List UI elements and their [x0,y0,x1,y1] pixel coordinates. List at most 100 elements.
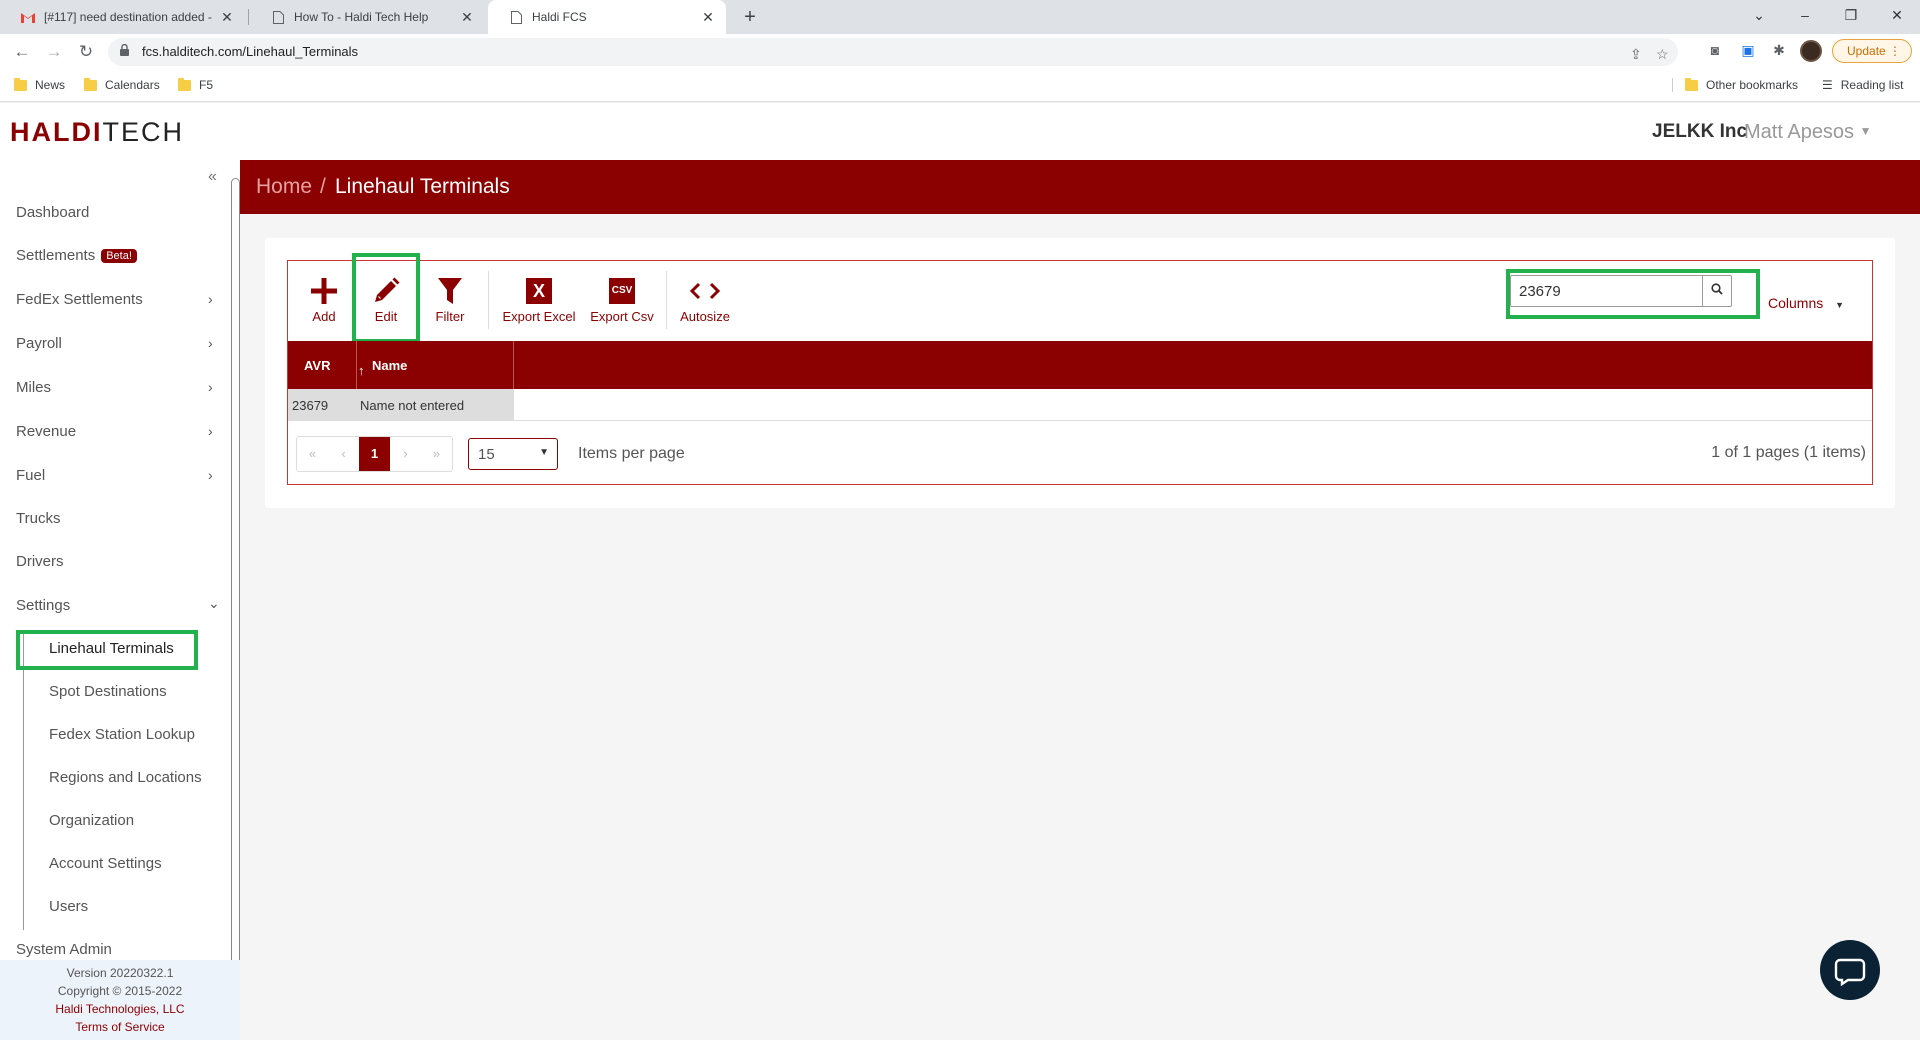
company-link[interactable]: Haldi Technologies, LLC [0,1000,240,1018]
extension-blue-icon[interactable]: ▣ [1738,42,1758,62]
sidebar-item-organization[interactable]: Organization [49,812,134,829]
sidebar-item-regions-locations[interactable]: Regions and Locations [49,769,202,786]
sidebar-item-fedex-station-lookup[interactable]: Fedex Station Lookup [49,726,195,743]
add-button[interactable]: Add [304,273,344,324]
other-bookmarks[interactable]: Other bookmarks [1672,77,1798,92]
browser-tab-strip: [#117] need destination added - ✕ How To… [0,0,1920,34]
cell-avr[interactable]: 23679 [288,389,356,421]
chat-button[interactable] [1820,940,1880,1000]
lock-icon [120,44,129,56]
page-1-button[interactable]: 1 [359,437,390,471]
forward-icon[interactable]: → [42,40,66,64]
items-per-page-select[interactable]: 15 ▼ [468,438,558,470]
reload-icon[interactable]: ↻ [74,40,98,64]
sort-asc-icon: ↑ [358,363,365,378]
columns-button[interactable]: Columns ▼ [1768,295,1844,311]
sidebar-item-account-settings[interactable]: Account Settings [49,855,162,872]
url-field[interactable]: fcs.halditech.com/Linehaul_Terminals ⇪ ☆ [108,38,1678,66]
share-icon[interactable]: ⇪ [1630,46,1642,63]
reading-list[interactable]: ☰ Reading list [1822,78,1903,92]
prev-page-icon[interactable]: ‹ [328,437,359,471]
filter-button[interactable]: Filter [430,273,470,324]
sidebar-item-drivers[interactable]: Drivers [16,553,64,570]
sidebar-scrollbar[interactable] [231,178,240,968]
sidebar-footer: Version 20220322.1 Copyright © 2015-2022… [0,960,240,1040]
browser-tab-gmail[interactable]: [#117] need destination added - ✕ [0,0,245,34]
page-icon [270,9,286,25]
puzzle-icon[interactable]: ✱ [1769,42,1789,62]
chevron-right-icon: › [208,379,213,395]
update-button[interactable]: Update ⋮ [1832,39,1912,63]
page-icon [508,9,524,25]
sidebar-item-settlements[interactable]: Settlements Beta! [16,247,137,264]
avatar[interactable] [1800,40,1822,62]
column-header-name[interactable]: Name [372,358,407,373]
sidebar-item-spot-destinations[interactable]: Spot Destinations [49,683,167,700]
gmail-icon [20,9,36,25]
chevron-right-icon: › [208,467,213,483]
logo[interactable]: HALDITECH [10,117,184,148]
breadcrumb-home-link[interactable]: Home [256,175,312,199]
sidebar-item-fuel[interactable]: Fuel [16,467,45,484]
sidebar-item-trucks[interactable]: Trucks [16,510,60,527]
grid-card: Add Edit Filter X Export Excel CSV Expor… [265,238,1895,508]
csv-icon: CSV [609,278,635,304]
bookmark-news[interactable]: News [14,77,65,92]
restore-icon[interactable]: ❐ [1828,0,1874,34]
close-icon[interactable]: ✕ [700,9,716,26]
highlight-box [352,253,420,343]
close-icon[interactable]: ✕ [459,9,475,26]
camera-icon[interactable]: ◙ [1705,42,1725,62]
bookmark-calendars[interactable]: Calendars [84,77,160,92]
sidebar-item-dashboard[interactable]: Dashboard [16,204,89,221]
collapse-sidebar-icon[interactable]: « [208,168,217,186]
sidebar-item-payroll[interactable]: Payroll [16,335,62,352]
breadcrumb-separator: / [320,175,326,198]
browser-tab-help[interactable]: How To - Haldi Tech Help ✕ [250,0,485,34]
window-close-icon[interactable]: ✕ [1874,0,1920,34]
browser-tab-haldi-fcs[interactable]: Haldi FCS ✕ [488,0,726,34]
copyright-text: Copyright © 2015-2022 [57,984,183,998]
grid-header: AVR ↑ Name [288,341,1872,389]
last-page-icon[interactable]: » [421,437,452,471]
close-icon[interactable]: ✕ [219,9,235,26]
sidebar-item-system-admin[interactable]: System Admin [16,941,112,958]
highlight-box [1506,269,1760,319]
terms-link[interactable]: Terms of Service [0,1018,240,1036]
folder-icon [178,77,191,91]
first-page-icon[interactable]: « [297,437,328,471]
highlight-box [16,630,198,670]
bookmark-f5[interactable]: F5 [178,77,213,92]
table-row[interactable]: 23679 Name not entered [288,389,1872,421]
version-text: Version 20220322.1 [66,966,174,980]
chevron-down-icon: ⌄ [208,595,220,611]
cell-name[interactable]: Name not entered [356,389,514,421]
next-page-icon[interactable]: › [390,437,421,471]
star-icon[interactable]: ☆ [1656,46,1669,63]
org-name: JELKK Inc [1652,121,1748,142]
tab-search-icon[interactable]: ⌄ [1736,0,1782,34]
caret-down-icon: ▼ [1859,124,1872,138]
breadcrumb: Home / Linehaul Terminals [240,160,1920,214]
toolbar-divider [666,271,667,329]
user-menu[interactable]: Matt Apesos ▼ [1744,121,1872,144]
more-icon: ⋮ [1889,44,1901,58]
column-divider [513,341,514,389]
sidebar-item-miles[interactable]: Miles [16,379,51,396]
export-excel-button[interactable]: X Export Excel [500,273,578,324]
folder-icon [1685,77,1698,91]
filter-icon [430,273,470,309]
sidebar-item-settings[interactable]: Settings [16,597,70,614]
new-tab-button[interactable]: + [738,5,762,29]
sidebar-item-users[interactable]: Users [49,898,88,915]
caret-down-icon: ▼ [1835,300,1845,310]
column-header-avr[interactable]: AVR [304,358,330,373]
autosize-button[interactable]: Autosize [678,273,732,324]
sidebar-item-fedex-settlements[interactable]: FedEx Settlements [16,291,143,308]
reading-list-icon: ☰ [1822,78,1833,92]
back-icon[interactable]: ← [10,40,34,64]
minimize-icon[interactable]: – [1782,0,1828,34]
sidebar-item-revenue[interactable]: Revenue [16,423,76,440]
export-csv-button[interactable]: CSV Export Csv [588,273,656,324]
excel-icon: X [526,278,552,304]
